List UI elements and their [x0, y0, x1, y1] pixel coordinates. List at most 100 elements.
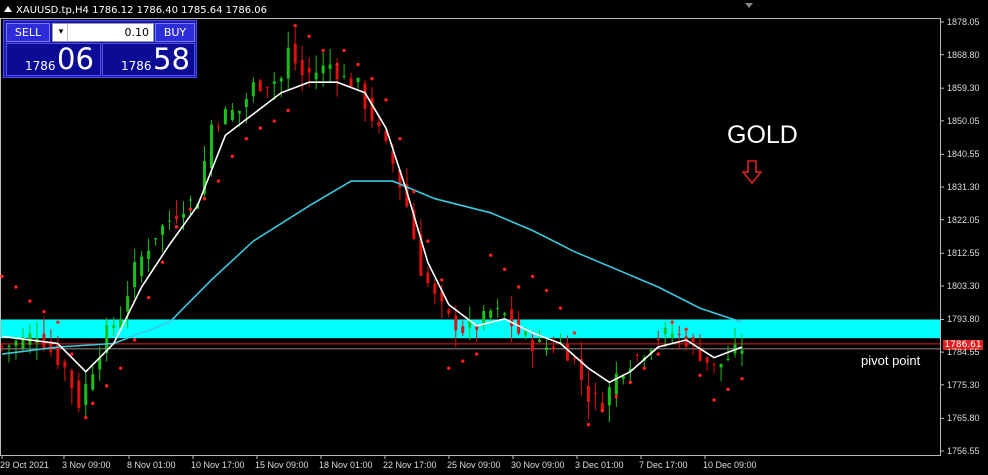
sar-dot [461, 359, 465, 363]
pivot-point-annotation: pivot point [861, 353, 921, 368]
sar-dot [160, 260, 165, 264]
candle [496, 307, 500, 309]
lot-size-field[interactable]: ▾ 0.10 [52, 23, 154, 42]
sar-dot [412, 189, 416, 194]
arrow-down-icon [742, 160, 762, 184]
candle [244, 98, 248, 108]
candle [223, 109, 227, 125]
sar-dot [426, 239, 430, 243]
candle [656, 339, 660, 341]
y-tick-label: 1831.30 [947, 182, 980, 193]
lot-stepper-icon[interactable]: ▾ [55, 24, 68, 41]
candle [335, 66, 339, 80]
x-tick-label: 22 Nov 17:00 [383, 460, 437, 470]
sar-dot [586, 422, 591, 427]
candle [216, 126, 220, 128]
x-tick-label: 25 Nov 09:00 [447, 460, 501, 470]
candle [552, 346, 556, 350]
candle [342, 75, 346, 77]
candle [286, 47, 290, 79]
candle [356, 77, 360, 82]
sar-dot [202, 197, 207, 201]
candle [230, 110, 234, 120]
sar-dot [614, 394, 619, 399]
candle [475, 326, 479, 330]
x-tick-label: 7 Dec 17:00 [639, 460, 688, 470]
sar-dot [370, 76, 374, 81]
chart-frame [0, 18, 941, 456]
candle [454, 315, 458, 331]
y-tick-label: 1803.30 [947, 280, 980, 291]
candle [91, 374, 95, 390]
y-tick-label: 1859.30 [947, 83, 980, 94]
sar-dot [384, 98, 388, 102]
sar-dot [530, 274, 535, 279]
sar-dot [642, 366, 646, 370]
buy-button[interactable]: BUY [155, 23, 195, 42]
y-tick-label: 1850.05 [947, 115, 980, 126]
sar-dot [105, 384, 109, 388]
sar-dot [342, 48, 346, 53]
sar-dot [0, 274, 4, 279]
y-tick-label: 1765.80 [947, 413, 980, 424]
candle [586, 385, 590, 403]
candle [161, 225, 165, 235]
candle [293, 43, 297, 64]
candle [545, 347, 549, 351]
sar-dot [56, 320, 60, 324]
candle [663, 328, 667, 334]
candle [300, 59, 304, 76]
candle [272, 81, 276, 84]
y-tick-label: 1868.80 [947, 49, 980, 60]
ohlc-values: 1786.12 1786.40 1785.64 1786.06 [92, 5, 268, 16]
candle [70, 370, 74, 389]
candle [126, 296, 130, 312]
sar-dot [600, 408, 605, 413]
ask-quote[interactable]: 1786 58 [102, 43, 195, 76]
candle [740, 350, 744, 354]
sar-dot [272, 119, 276, 123]
candle [349, 78, 353, 88]
candle [593, 392, 597, 395]
sar-dot [502, 267, 507, 272]
candle [279, 78, 283, 82]
sar-dot [335, 62, 339, 67]
y-tick-label: 1784.55 [947, 347, 980, 358]
sar-dot [572, 331, 577, 335]
y-tick-label: 1793.80 [947, 314, 980, 325]
sar-dot [447, 366, 451, 370]
x-tick-label: 15 Nov 09:00 [255, 460, 309, 470]
x-tick-label: 10 Dec 09:00 [703, 460, 757, 470]
bid-quote[interactable]: 1786 06 [6, 43, 101, 76]
candle [370, 97, 374, 121]
chart-header: XAUUSD.tp,H4 1786.12 1786.40 1785.64 178… [4, 5, 267, 17]
sar-dot [698, 373, 702, 377]
candle [63, 361, 67, 368]
candle [712, 363, 716, 365]
triangle-up-icon [4, 6, 12, 12]
candle [321, 65, 325, 74]
one-click-trading-panel: SELL ▾ 0.10 BUY 1786 06 1786 58 [3, 20, 197, 78]
candle [482, 310, 486, 325]
sar-dot [516, 285, 521, 289]
candle [489, 310, 493, 318]
candle [565, 343, 569, 361]
candle [154, 237, 158, 240]
sell-button[interactable]: SELL [6, 23, 50, 42]
candle [168, 220, 172, 222]
candle [0, 346, 4, 348]
candle [188, 199, 192, 201]
bid-price: 06 [57, 42, 94, 76]
bid-prefix: 1786 [25, 59, 56, 73]
sar-dot [558, 306, 563, 310]
sar-dot [307, 34, 311, 38]
candle [258, 80, 262, 92]
x-tick-label: 30 Nov 09:00 [511, 460, 565, 470]
candle [461, 326, 465, 334]
sar-dot [230, 154, 235, 159]
candle [677, 333, 681, 335]
candle [328, 64, 332, 69]
y-tick-label: 1840.55 [947, 149, 980, 160]
candle [84, 384, 88, 405]
candle [251, 82, 255, 97]
